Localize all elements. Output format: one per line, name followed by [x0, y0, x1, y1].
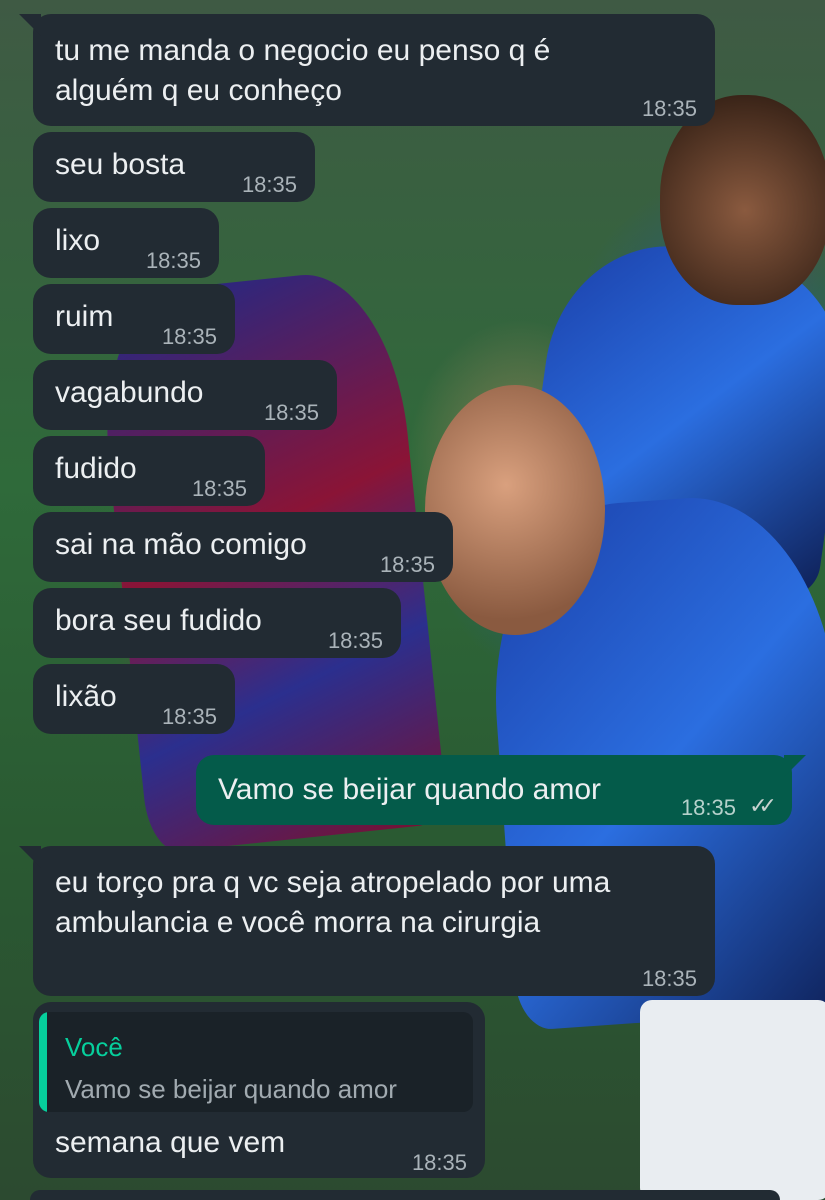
message-timestamp: 18:35 [379, 552, 435, 577]
next-message-bubble-partial[interactable] [30, 1190, 780, 1200]
message-text: tu me manda o negocio eu penso q é [55, 34, 551, 67]
message-text: bora seu fudido [55, 604, 262, 637]
message-timestamp: 18:35 [161, 704, 217, 729]
message-timestamp: 18:35 [327, 628, 383, 653]
message-text: alguém q eu conheço [55, 74, 342, 107]
message-timestamp: 18:35 [263, 400, 319, 425]
message-timestamp: 18:35 [641, 96, 697, 121]
message-bubble-incoming[interactable]: lixão 18:35 [33, 664, 235, 734]
message-text: eu torço pra q vc seja atropelado por um… [55, 866, 611, 899]
message-bubble-incoming[interactable]: sai na mão comigo 18:35 [33, 512, 453, 582]
message-text: semana que vem [55, 1126, 286, 1159]
message-bubble-incoming[interactable]: lixo 18:35 [33, 208, 219, 278]
message-text: fudido [55, 452, 137, 485]
message-text: lixo [55, 224, 101, 257]
message-bubble-incoming-reply[interactable]: Você Vamo se beijar quando amor semana q… [33, 1002, 485, 1178]
message-bubble-incoming[interactable]: bora seu fudido 18:35 [33, 588, 401, 658]
quote-accent-bar [39, 1012, 47, 1112]
message-bubble-incoming[interactable]: tu me manda o negocio eu penso q é algué… [19, 14, 715, 126]
quoted-message[interactable]: Você Vamo se beijar quando amor [39, 1012, 473, 1112]
message-timestamp: 18:35 [145, 248, 201, 273]
quoted-text: Vamo se beijar quando amor [65, 1074, 397, 1104]
message-timestamp: 18:35 [191, 476, 247, 501]
message-list[interactable]: tu me manda o negocio eu penso q é algué… [0, 0, 825, 1200]
message-timestamp: 18:35 [680, 795, 736, 820]
message-timestamp: 18:35 [241, 172, 297, 197]
message-text: vagabundo [55, 376, 204, 409]
message-text: lixão [55, 680, 117, 713]
message-timestamp: 18:35 [411, 1150, 467, 1175]
message-timestamp: 18:35 [641, 966, 697, 991]
double-check-icon: ✓✓ [749, 793, 777, 818]
message-bubble-incoming[interactable]: ruim 18:35 [33, 284, 235, 354]
message-text: sai na mão comigo [55, 528, 307, 561]
message-bubble-incoming[interactable]: vagabundo 18:35 [33, 360, 337, 430]
quoted-author: Você [65, 1032, 123, 1062]
message-text: seu bosta [55, 148, 186, 181]
message-bubble-incoming[interactable]: seu bosta 18:35 [33, 132, 315, 202]
message-timestamp: 18:35 [161, 324, 217, 349]
message-bubble-outgoing[interactable]: Vamo se beijar quando amor 18:35 ✓✓ [196, 755, 806, 825]
message-text: ruim [55, 300, 114, 333]
message-text: ambulancia e você morra na cirurgia [55, 906, 541, 939]
message-bubble-incoming[interactable]: eu torço pra q vc seja atropelado por um… [19, 846, 715, 996]
message-bubble-incoming[interactable]: fudido 18:35 [33, 436, 265, 506]
message-text: Vamo se beijar quando amor [218, 773, 601, 806]
